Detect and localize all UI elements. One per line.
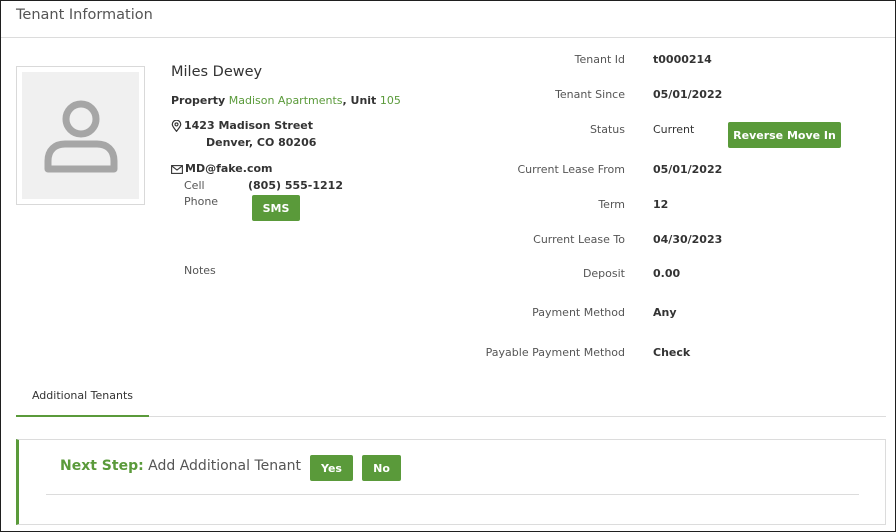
unit-link[interactable]: 105 [380,94,401,107]
address-street: 1423 Madison Street [184,119,314,132]
payable-payment-method-label: Payable Payment Method [485,346,625,359]
phone-label: Phone [184,195,219,208]
map-pin-icon [171,120,182,132]
sms-button[interactable]: SMS [252,195,300,221]
tenant-since-label: Tenant Since [555,88,625,101]
yes-button[interactable]: Yes [310,455,353,481]
reverse-move-in-button[interactable]: Reverse Move In [728,122,841,148]
payment-method-label: Payment Method [532,306,625,319]
next-step-prompt: Next Step: Add Additional Tenant [60,458,301,474]
status-value: Current [653,123,695,136]
deposit-label: Deposit [582,267,625,280]
email-value[interactable]: MD@fake.com [185,162,272,175]
unit-label: , Unit [342,94,377,107]
current-lease-to-value: 04/30/2023 [653,233,723,246]
tab-additional-tenants[interactable]: Additional Tenants [16,376,149,417]
status-label: Status [589,123,625,136]
next-step-label: Next Step: [60,458,144,474]
term-label: Term [598,198,625,211]
tenant-photo [16,66,145,205]
no-button[interactable]: No [362,455,401,481]
property-link[interactable]: Madison Apartments [229,94,343,107]
address-line-1: 1423 Madison Street [171,119,313,132]
person-placeholder-icon [44,100,118,173]
email-line: MD@fake.com [171,162,272,175]
envelope-icon [171,164,183,174]
panel-header: Tenant Information [1,1,895,38]
property-label: Property [171,94,226,107]
payment-method-value: Any [653,306,677,319]
deposit-value: 0.00 [653,267,681,280]
property-line: Property Madison Apartments, Unit 105 [171,94,401,107]
page-title: Tenant Information [16,7,153,23]
tenant-id-value: t0000214 [653,53,712,66]
notes-label: Notes [184,264,216,277]
current-lease-to-label: Current Lease To [533,233,625,246]
tenant-id-label: Tenant Id [574,53,625,66]
term-value: 12 [653,198,669,211]
cell-phone-value: (805) 555-1212 [248,179,343,192]
photo-placeholder [22,72,139,199]
cell-label: Cell [184,179,205,192]
tenant-name: Miles Dewey [171,64,263,80]
payable-payment-method-value: Check [653,346,691,359]
tenant-since-value: 05/01/2022 [653,88,723,101]
divider [46,494,859,495]
tenant-information-panel: Tenant Information Miles Dewey Property … [0,0,896,532]
next-step-panel: Next Step: Add Additional Tenant Yes No [16,439,886,525]
current-lease-from-value: 05/01/2022 [653,163,723,176]
current-lease-from-label: Current Lease From [517,163,625,176]
next-step-text: Add Additional Tenant [148,458,302,474]
tab-bar: Additional Tenants [16,376,886,417]
address-city: Denver, CO 80206 [206,136,317,149]
